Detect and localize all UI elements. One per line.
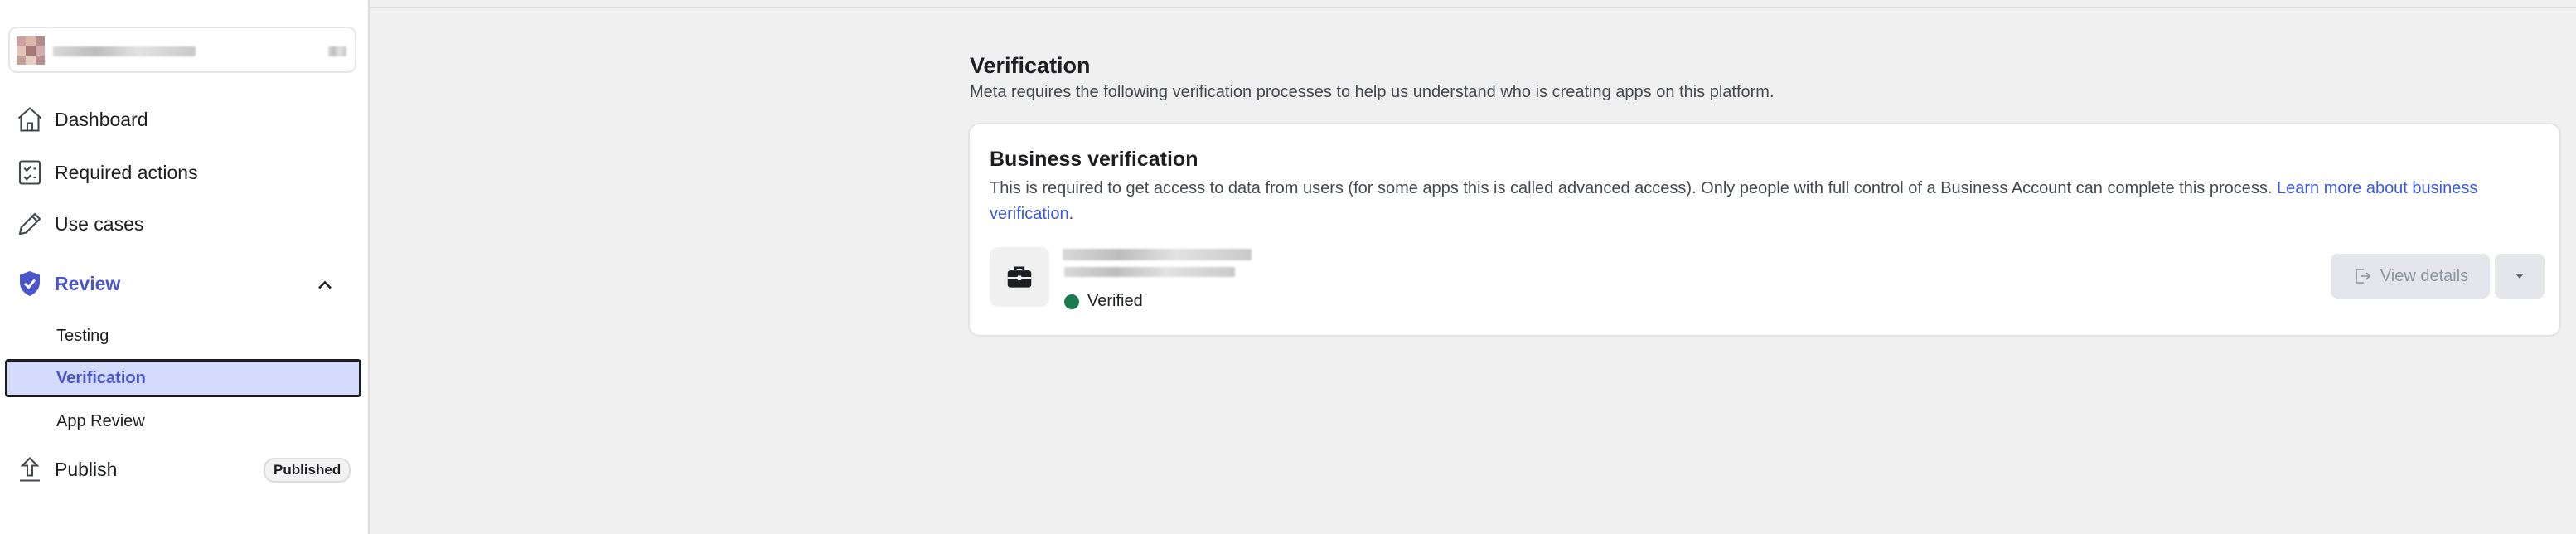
exit-icon [2356,269,2370,284]
app-root: Dashboard Required actions Use cases Rev… [0,0,2576,534]
sub-item-verification-label: Verification [56,368,146,387]
app-id-redacted [328,46,346,56]
app-name-redacted [53,46,196,56]
caret-down-icon [2515,274,2525,279]
upload-icon [13,453,46,486]
sub-item-app-review[interactable]: App Review [5,402,361,440]
top-divider [370,7,2576,8]
pencil-icon [13,207,46,240]
more-options-dropdown[interactable] [2495,254,2545,299]
card-description-text: This is required to get access to data f… [990,179,2273,197]
app-avatar [17,36,45,65]
link-suffix: . [1068,205,1074,223]
business-id-redacted [1064,267,1235,277]
shield-check-icon [13,267,46,300]
business-avatar [990,247,1049,307]
nav-use-cases[interactable]: Use cases [13,206,143,242]
published-badge: Published [264,458,351,483]
home-icon [13,103,46,136]
app-selector[interactable] [8,27,356,73]
sub-item-testing[interactable]: Testing [5,317,361,355]
nav-publish[interactable]: Publish [13,451,117,488]
page-title: Verification [970,53,1091,78]
nav-dashboard[interactable]: Dashboard [13,101,148,138]
nav-review-label: Review [55,272,121,294]
verification-status: Verified [1064,292,1143,311]
business-verification-card: Business verification This is required t… [968,123,2561,337]
sub-item-testing-label: Testing [56,326,109,345]
sub-item-app-review-label: App Review [56,411,145,430]
sub-item-verification[interactable]: Verification [5,359,361,397]
nav-dashboard-label: Dashboard [55,108,148,130]
view-details-button[interactable]: View details [2331,254,2490,299]
card-title: Business verification [990,148,1198,171]
briefcase-icon [1007,266,1032,288]
card-description: This is required to get access to data f… [990,176,2523,227]
status-text: Verified [1087,292,1143,310]
page-description: Meta requires the following verification… [970,83,1775,101]
nav-required-actions[interactable]: Required actions [13,154,198,191]
nav-review[interactable]: Review [13,265,120,302]
nav-required-actions-label: Required actions [55,161,198,183]
sidebar: Dashboard Required actions Use cases Rev… [0,0,370,534]
status-dot [1064,294,1079,309]
chevron-up-icon[interactable] [313,274,337,297]
business-name-redacted [1063,249,1252,260]
view-details-label: View details [2380,266,2469,285]
checklist-icon [13,156,46,189]
nav-use-cases-label: Use cases [55,212,144,235]
nav-publish-label: Publish [55,458,118,480]
